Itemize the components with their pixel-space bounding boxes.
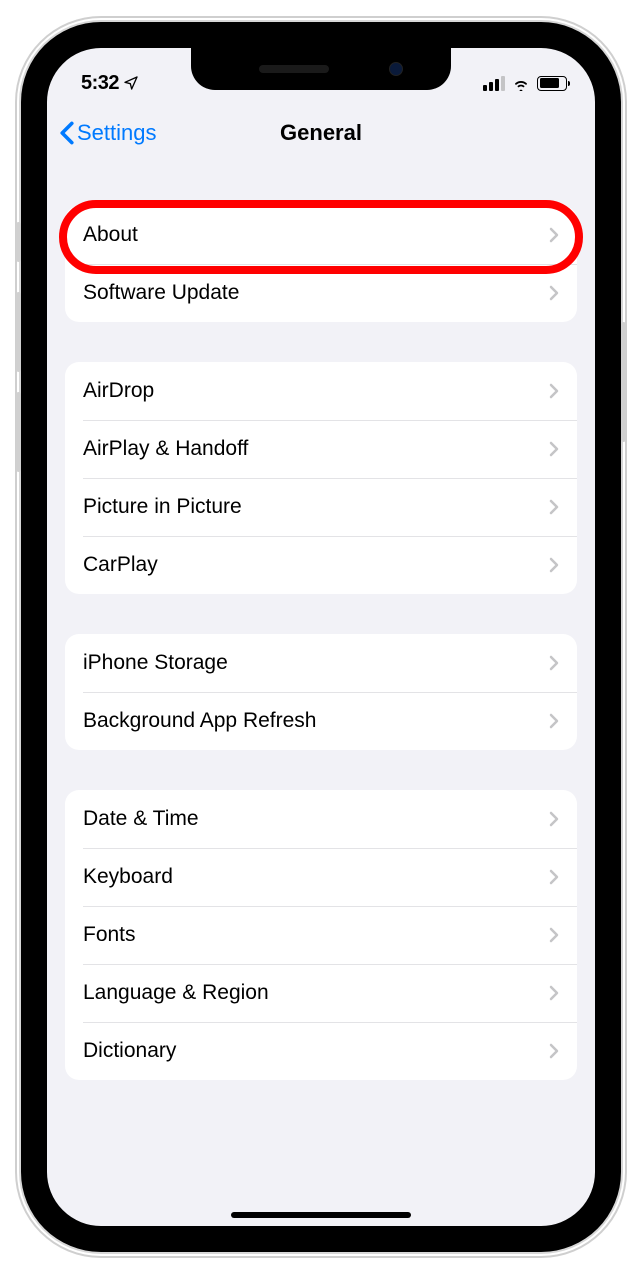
chevron-right-icon [549, 811, 559, 827]
chevron-right-icon [549, 655, 559, 671]
chevron-right-icon [549, 441, 559, 457]
phone-frame: 5:32 Settings [21, 22, 621, 1252]
row-label: AirPlay & Handoff [83, 437, 248, 461]
chevron-left-icon [59, 121, 75, 145]
back-button[interactable]: Settings [59, 120, 157, 146]
row-label: CarPlay [83, 553, 158, 577]
row-label: Dictionary [83, 1039, 176, 1063]
chevron-right-icon [549, 1043, 559, 1059]
chevron-right-icon [549, 869, 559, 885]
row-airplay-handoff[interactable]: AirPlay & Handoff [65, 420, 577, 478]
content-area[interactable]: About Software Update AirDrop AirPlay & … [47, 206, 595, 1080]
row-carplay[interactable]: CarPlay [65, 536, 577, 594]
row-label: Keyboard [83, 865, 173, 889]
row-dictionary[interactable]: Dictionary [65, 1022, 577, 1080]
settings-group: iPhone Storage Background App Refresh [65, 634, 577, 750]
side-button [621, 322, 626, 442]
wifi-icon [511, 75, 531, 91]
battery-fill [540, 78, 560, 88]
row-about[interactable]: About [65, 206, 577, 264]
nav-bar: Settings General [47, 104, 595, 162]
row-background-app-refresh[interactable]: Background App Refresh [65, 692, 577, 750]
row-picture-in-picture[interactable]: Picture in Picture [65, 478, 577, 536]
row-fonts[interactable]: Fonts [65, 906, 577, 964]
cellular-icon [483, 76, 505, 91]
row-software-update[interactable]: Software Update [65, 264, 577, 322]
row-date-time[interactable]: Date & Time [65, 790, 577, 848]
row-label: Background App Refresh [83, 709, 316, 733]
back-label: Settings [77, 120, 157, 146]
row-language-region[interactable]: Language & Region [65, 964, 577, 1022]
settings-group: About Software Update [65, 206, 577, 322]
settings-group: Date & Time Keyboard Fonts Language & Re… [65, 790, 577, 1080]
row-label: Date & Time [83, 807, 199, 831]
row-label: AirDrop [83, 379, 154, 403]
front-camera [389, 62, 403, 76]
volume-down-button [16, 392, 21, 472]
chevron-right-icon [549, 927, 559, 943]
chevron-right-icon [549, 285, 559, 301]
screen: 5:32 Settings [35, 36, 607, 1238]
chevron-right-icon [549, 557, 559, 573]
chevron-right-icon [549, 227, 559, 243]
speaker-grille [259, 65, 329, 73]
row-label: Software Update [83, 281, 239, 305]
home-indicator[interactable] [231, 1212, 411, 1218]
row-label: iPhone Storage [83, 651, 228, 675]
status-left: 5:32 [81, 72, 139, 95]
row-airdrop[interactable]: AirDrop [65, 362, 577, 420]
chevron-right-icon [549, 499, 559, 515]
row-keyboard[interactable]: Keyboard [65, 848, 577, 906]
row-label: Fonts [83, 923, 136, 947]
status-right [483, 75, 567, 91]
battery-icon [537, 76, 567, 91]
notch [191, 48, 451, 90]
chevron-right-icon [549, 985, 559, 1001]
mute-switch [16, 222, 21, 262]
row-label: Language & Region [83, 981, 269, 1005]
row-label: About [83, 223, 138, 247]
location-icon [123, 75, 139, 91]
status-time: 5:32 [81, 72, 119, 95]
page-title: General [280, 120, 362, 146]
chevron-right-icon [549, 713, 559, 729]
row-label: Picture in Picture [83, 495, 242, 519]
row-iphone-storage[interactable]: iPhone Storage [65, 634, 577, 692]
chevron-right-icon [549, 383, 559, 399]
settings-group: AirDrop AirPlay & Handoff Picture in Pic… [65, 362, 577, 594]
volume-up-button [16, 292, 21, 372]
